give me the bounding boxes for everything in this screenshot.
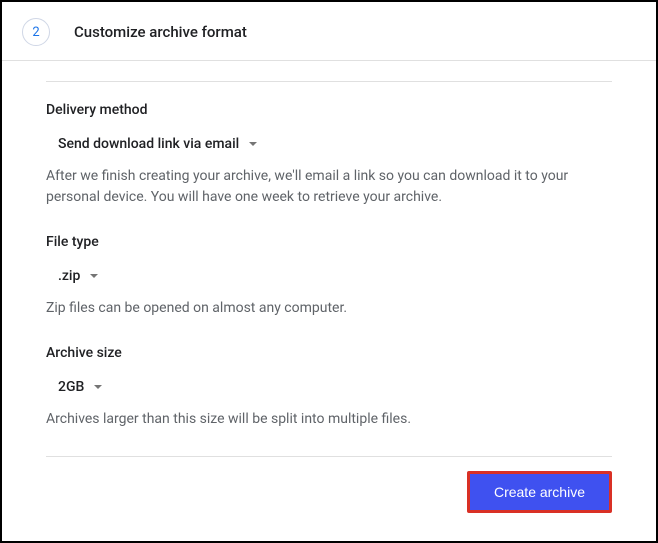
delivery-method-description: After we finish creating your archive, w…: [46, 166, 612, 208]
header-title: Customize archive format: [74, 23, 247, 41]
button-row: Create archive: [46, 471, 612, 513]
step-number-circle: 2: [22, 18, 50, 46]
create-archive-button[interactable]: Create archive: [467, 471, 612, 513]
file-type-dropdown[interactable]: .zip: [46, 268, 612, 284]
archive-size-description: Archives larger than this size will be s…: [46, 409, 612, 430]
step-header: 2 Customize archive format: [2, 2, 656, 61]
chevron-down-icon: [94, 385, 102, 389]
bottom-divider: [46, 456, 612, 457]
file-type-label: File type: [46, 234, 612, 250]
content-area: Delivery method Send download link via e…: [2, 61, 656, 541]
delivery-method-dropdown[interactable]: Send download link via email: [46, 136, 612, 152]
chevron-down-icon: [249, 142, 257, 146]
delivery-method-label: Delivery method: [46, 102, 612, 118]
delivery-method-value: Send download link via email: [58, 136, 239, 152]
top-divider: [46, 81, 612, 82]
archive-size-dropdown[interactable]: 2GB: [46, 379, 612, 395]
step-number: 2: [32, 25, 39, 40]
archive-size-label: Archive size: [46, 345, 612, 361]
file-type-description: Zip files can be opened on almost any co…: [46, 298, 612, 319]
file-type-value: .zip: [58, 268, 80, 284]
chevron-down-icon: [90, 274, 98, 278]
archive-size-value: 2GB: [58, 379, 84, 395]
